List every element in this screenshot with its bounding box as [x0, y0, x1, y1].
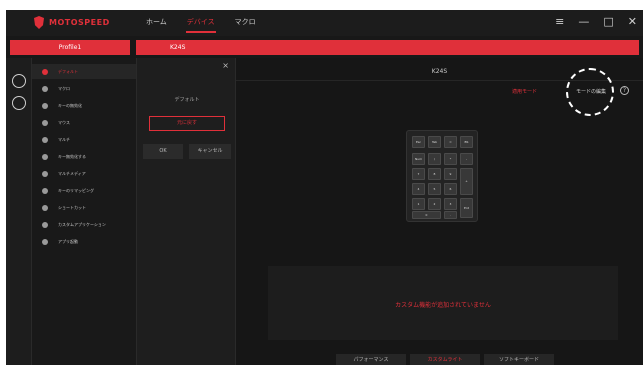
keypad-key[interactable]: 8 [428, 168, 441, 180]
menu-item-default[interactable]: デフォルト [32, 64, 136, 79]
brand-name: MOTOSPEED [49, 18, 110, 27]
block-icon [42, 153, 48, 160]
profile-tab[interactable]: Profile1 [10, 40, 130, 55]
menu-label: マクロ [58, 85, 70, 91]
launch-icon [42, 238, 48, 245]
menu-item-remap[interactable]: キーのリマッピング [32, 183, 136, 198]
menu-label: マルチ [58, 136, 70, 142]
apply-mode-button[interactable]: 適用モード [512, 88, 537, 95]
device-tab[interactable]: K24S [136, 40, 639, 55]
default-icon [42, 68, 48, 75]
link-icon [42, 221, 48, 228]
keypad: Esc Tab = BS Num / * - 7 8 9 + 4 5 6 1 2… [406, 130, 478, 222]
keypad-key[interactable]: / [428, 153, 441, 165]
keypad-key[interactable]: . [444, 211, 457, 219]
power-icon[interactable] [12, 96, 26, 110]
keypad-key[interactable]: 9 [444, 168, 457, 180]
keypad-key[interactable]: Ent [460, 198, 473, 218]
main-panel: K24S 適用モード モードの編集 ? Esc Tab = BS Num / *… [236, 58, 643, 365]
media-icon [42, 170, 48, 177]
custom-function-area: カスタム機能が追加されていません [268, 266, 618, 340]
minimize-icon[interactable]: — [578, 15, 589, 29]
brand-logo: MOTOSPEED [34, 16, 110, 29]
nav-macro[interactable]: マクロ [235, 17, 256, 27]
default-popup: × デフォルト 元に戻す OK キャンセル [136, 58, 236, 365]
nav-home[interactable]: ホーム [146, 17, 167, 27]
no-custom-message: カスタム機能が追加されていません [395, 302, 491, 309]
keypad-key[interactable]: + [460, 168, 473, 195]
keypad-key[interactable]: Esc [412, 136, 425, 148]
menu-label: キーのリマッピング [58, 187, 94, 193]
nav-active-indicator [186, 31, 216, 33]
keypad-key[interactable]: 7 [412, 168, 425, 180]
menu-label: ショートカット [58, 204, 86, 210]
ok-button[interactable]: OK [143, 144, 183, 159]
menu-item-custom-app[interactable]: カスタムアプリケーション [32, 217, 136, 232]
shield-logo-icon [34, 16, 44, 29]
menu-label: デフォルト [58, 68, 78, 74]
maximize-icon[interactable]: □ [603, 15, 613, 29]
tab-performance[interactable]: パフォーマンス [336, 354, 406, 365]
keypad-key[interactable]: * [444, 153, 457, 165]
menu-item-macro[interactable]: マクロ [32, 81, 136, 96]
keypad-key[interactable]: 4 [412, 183, 425, 195]
app-window: MOTOSPEED ホーム デバイス マクロ ≡ — □ ✕ Profile1 … [6, 10, 643, 365]
keypad-key[interactable]: 3 [444, 198, 457, 210]
highlight-circle [566, 68, 614, 116]
keypad-key[interactable]: 1 [412, 198, 425, 210]
menu-item-app-launch[interactable]: アプリ起動 [32, 234, 136, 249]
keypad-key[interactable]: - [460, 153, 473, 165]
multi-icon [42, 136, 48, 143]
menu-label: キー無効化する [58, 153, 86, 159]
profile-bar: Profile1 K24S [6, 36, 643, 58]
restore-button[interactable]: 元に戻す [149, 116, 225, 131]
shortcut-icon [42, 204, 48, 211]
menu-label: カスタムアプリケーション [58, 221, 106, 227]
menu-item-multimedia[interactable]: マルチメディア [32, 166, 136, 181]
menu-label: マウス [58, 119, 70, 125]
macro-icon [42, 85, 48, 92]
menu-item-key-disable[interactable]: キー無効化する [32, 149, 136, 164]
keypad-key[interactable]: 2 [428, 198, 441, 210]
remap-icon [42, 187, 48, 194]
function-menu: デフォルト マクロ キーの無効化 マウス マルチ キー無効化する マルチメディア [32, 58, 136, 365]
popup-title: デフォルト [174, 97, 200, 103]
keypad-key[interactable]: 0 [412, 211, 441, 219]
menu-label: マルチメディア [58, 170, 86, 176]
keypad-key[interactable]: 6 [444, 183, 457, 195]
keypad-key[interactable]: 5 [428, 183, 441, 195]
keypad-key[interactable]: Num [412, 153, 425, 165]
keypad-key[interactable]: = [444, 136, 457, 148]
menu-item-mouse[interactable]: マウス [32, 115, 136, 130]
left-icon-strip [6, 58, 32, 365]
menu-label: アプリ起動 [58, 238, 78, 244]
popup-close-icon[interactable]: × [222, 61, 229, 70]
help-icon[interactable]: ? [620, 86, 629, 95]
menu-label: キーの無効化 [58, 102, 82, 108]
menu-icon[interactable]: ≡ [555, 15, 564, 29]
main-nav: ホーム デバイス マクロ [146, 17, 256, 27]
cancel-button[interactable]: キャンセル [189, 144, 231, 159]
mouse-icon [42, 119, 48, 126]
disable-icon [42, 102, 48, 109]
window-controls: ≡ — □ ✕ [555, 15, 637, 29]
close-icon[interactable]: ✕ [628, 15, 637, 29]
menu-item-disable-key[interactable]: キーの無効化 [32, 98, 136, 113]
menu-item-multi[interactable]: マルチ [32, 132, 136, 147]
tab-soft-keyboard[interactable]: ソフトキーボード [484, 354, 554, 365]
menu-item-shortcut[interactable]: ショートカット [32, 200, 136, 215]
keypad-key[interactable]: BS [460, 136, 473, 148]
keypad-key[interactable]: Tab [428, 136, 441, 148]
title-bar: MOTOSPEED ホーム デバイス マクロ ≡ — □ ✕ [6, 10, 643, 36]
settings-icon[interactable] [12, 74, 26, 88]
tab-custom-light[interactable]: カスタムライト [410, 354, 480, 365]
nav-device[interactable]: デバイス [187, 17, 215, 27]
